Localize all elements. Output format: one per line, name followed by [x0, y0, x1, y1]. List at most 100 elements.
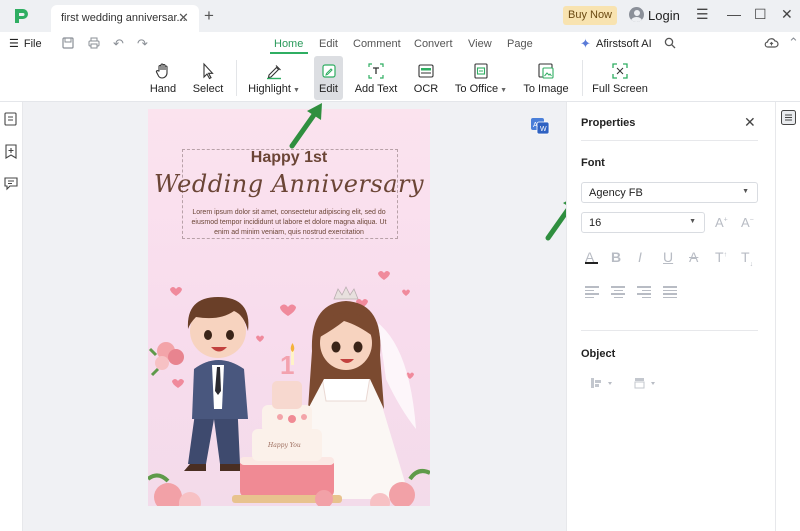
add-text-tool-button[interactable]: Add Text [353, 56, 399, 100]
edit-tool-label: Edit [319, 83, 338, 95]
decrease-font-size-icon[interactable]: A− [741, 215, 754, 230]
search-icon[interactable] [664, 37, 676, 49]
file-menu-icon: ☰ [9, 38, 19, 50]
object-arrange-dropdown[interactable] [634, 377, 658, 389]
document-tab[interactable]: first wedding anniversar... ✕ [51, 5, 199, 32]
svg-text:W: W [540, 126, 547, 133]
cloud-upload-icon[interactable] [764, 37, 779, 49]
highlight-dropdown-icon[interactable]: ▼ [293, 87, 300, 94]
tab-edit[interactable]: Edit [319, 38, 338, 50]
underline-icon[interactable]: U [663, 249, 673, 265]
hamburger-menu-icon[interactable]: ☰ [696, 6, 709, 23]
active-tab-indicator [270, 52, 308, 54]
couple-cake-illustration: 1 Happy You [148, 271, 430, 506]
heading-wedding-anniversary[interactable]: Wedding Anniversary [148, 170, 430, 198]
chevron-down-icon: ▼ [742, 188, 749, 195]
subscript-icon[interactable]: T↓ [741, 249, 753, 268]
chevron-down-icon: ▼ [689, 218, 696, 225]
tab-convert[interactable]: Convert [414, 38, 453, 50]
app-logo-icon [15, 9, 28, 23]
tab-page[interactable]: Page [507, 38, 533, 50]
svg-text:A: A [533, 122, 538, 129]
chevron-up-icon[interactable]: ⌃ [788, 35, 799, 51]
user-avatar-icon[interactable] [629, 7, 644, 22]
properties-title: Properties [581, 117, 636, 129]
afirstsoft-ai-button[interactable]: Afirstsoft AI [596, 38, 652, 50]
bookmark-add-icon[interactable] [3, 143, 19, 159]
right-icon-strip [775, 102, 800, 531]
strikethrough-icon[interactable]: A [689, 249, 698, 265]
toolbar-divider [236, 60, 237, 96]
font-family-select[interactable]: Agency FB ▼ [581, 182, 758, 203]
toolbar-divider [582, 60, 583, 96]
align-right-icon[interactable] [637, 286, 651, 298]
text-color-swatch [585, 262, 598, 264]
buy-now-button[interactable]: Buy Now [563, 6, 617, 25]
tab-home[interactable]: Home [274, 38, 303, 50]
tab-close-icon[interactable]: ✕ [178, 10, 189, 26]
document-tab-title: first wedding anniversar... [61, 12, 186, 24]
italic-icon[interactable]: I [638, 249, 642, 265]
font-size-value: 16 [589, 217, 602, 229]
highlight-tool-button[interactable]: Highlight ▼ [246, 56, 302, 100]
hand-tool-button[interactable]: Hand [146, 56, 180, 100]
comment-icon[interactable] [3, 175, 19, 191]
close-panel-icon[interactable]: ✕ [744, 114, 756, 131]
ocr-icon [418, 64, 434, 78]
undo-icon[interactable]: ↶ [113, 36, 124, 52]
pdf-page[interactable]: Happy 1st Wedding Anniversary Lorem ipsu… [148, 109, 430, 506]
edit-icon [321, 64, 336, 78]
maximize-icon[interactable]: ☐ [754, 6, 767, 23]
tab-view[interactable]: View [468, 38, 492, 50]
hand-tool-label: Hand [149, 83, 177, 95]
body-paragraph[interactable]: Lorem ipsum dolor sit amet, consectetur … [183, 208, 395, 238]
save-icon[interactable] [62, 37, 74, 49]
full-screen-tool-button[interactable]: Full Screen [592, 56, 648, 100]
redo-icon[interactable]: ↷ [137, 36, 148, 52]
hand-icon [155, 63, 168, 79]
edit-tool-button[interactable]: Edit [314, 56, 343, 100]
font-size-select[interactable]: 16 ▼ [581, 212, 705, 233]
file-menu[interactable]: ☰ File [9, 37, 42, 50]
to-office-dropdown-icon[interactable]: ▼ [500, 87, 507, 94]
login-button[interactable]: Login [648, 8, 680, 23]
properties-panel-icon[interactable] [781, 110, 796, 125]
increase-font-size-icon[interactable]: A+ [715, 215, 728, 230]
superscript-icon[interactable]: T↑ [715, 249, 727, 265]
object-align-dropdown[interactable] [590, 377, 614, 389]
new-tab-icon[interactable]: + [204, 6, 214, 26]
ocr-tool-label: OCR [413, 83, 439, 95]
menu-bar: ☰ File ↶ ↷ Home Edit Comment Convert View… [0, 32, 800, 56]
tab-comment[interactable]: Comment [353, 38, 401, 50]
to-image-tool-button[interactable]: To Image [522, 56, 570, 100]
ai-sparkle-icon: ✦ [580, 36, 591, 51]
to-office-icon [474, 63, 488, 79]
divider [581, 140, 758, 141]
translate-icon[interactable]: A W [530, 117, 550, 135]
minimize-icon[interactable]: — [727, 6, 741, 22]
full-screen-icon [612, 63, 628, 79]
to-office-tool-button[interactable]: To Office ▼ [453, 56, 509, 100]
print-icon[interactable] [88, 37, 100, 49]
align-justify-icon[interactable] [663, 286, 677, 298]
highlight-tool-label: Highlight ▼ [248, 83, 300, 95]
add-text-tool-label: Add Text [354, 83, 398, 95]
font-section-label: Font [581, 157, 605, 169]
annotation-arrow-edit [289, 103, 322, 149]
cursor-icon [203, 62, 214, 80]
to-image-tool-label: To Image [523, 83, 569, 95]
close-window-icon[interactable]: ✕ [781, 6, 793, 23]
bold-icon[interactable]: B [611, 249, 621, 265]
ocr-tool-button[interactable]: OCR [411, 56, 441, 100]
object-section-label: Object [581, 348, 616, 360]
file-menu-label: File [23, 38, 42, 50]
align-center-icon[interactable] [611, 286, 625, 298]
add-text-icon [368, 63, 384, 79]
align-left-icon[interactable] [585, 286, 599, 298]
font-family-value: Agency FB [589, 187, 643, 199]
thumbnails-icon[interactable] [3, 111, 19, 127]
highlighter-icon [267, 65, 281, 80]
select-tool-label: Select [192, 83, 224, 95]
full-screen-tool-label: Full Screen [592, 83, 648, 95]
select-tool-button[interactable]: Select [190, 56, 226, 100]
